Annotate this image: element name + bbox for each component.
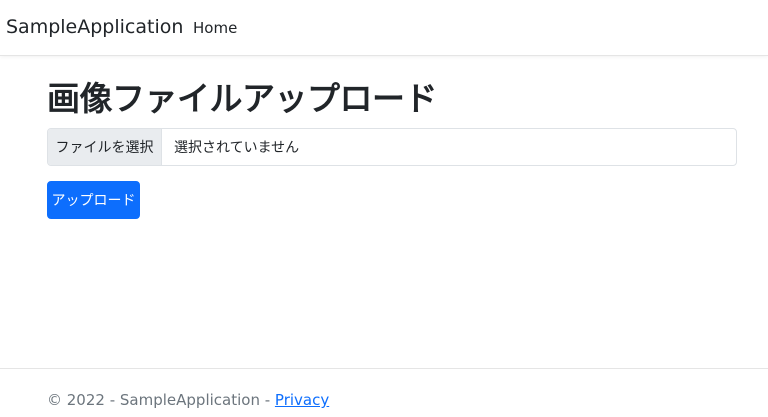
page-title: 画像ファイルアップロード <box>47 79 438 118</box>
navbar-brand[interactable]: SampleApplication <box>6 16 183 38</box>
footer-text: © 2022 - SampleApplication - Privacy <box>47 391 329 409</box>
file-status-text: 選択されていません <box>174 140 300 156</box>
file-input[interactable]: ファイルを選択 選択されていません <box>47 128 737 166</box>
navbar: SampleApplication Home <box>0 0 768 56</box>
footer: © 2022 - SampleApplication - Privacy <box>0 368 768 417</box>
nav-link-home[interactable]: Home <box>193 19 237 37</box>
choose-file-button[interactable]: ファイルを選択 <box>48 129 162 165</box>
upload-button[interactable]: アップロード <box>47 181 140 219</box>
footer-copyright: © 2022 - SampleApplication - <box>47 391 275 409</box>
privacy-link[interactable]: Privacy <box>275 391 329 409</box>
